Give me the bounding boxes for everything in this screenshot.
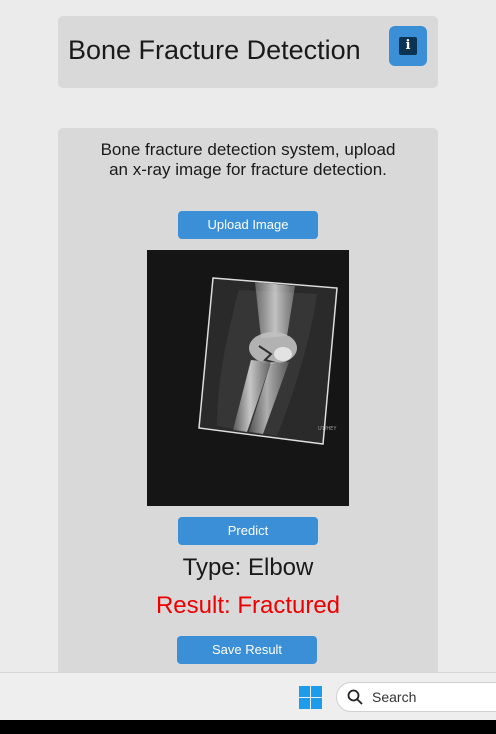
search-icon [347,689,363,705]
save-result-button[interactable]: Save Result [177,636,317,664]
screen-bottom-edge [0,720,496,734]
xray-image: UT/HEY [147,250,349,506]
windows-logo-icon[interactable] [299,686,322,709]
predict-button[interactable]: Predict [178,517,318,545]
xray-picture: UT/HEY [147,250,349,506]
header-panel: Bone Fracture Detection i [58,16,438,88]
fracture-type-label: Type: Elbow [182,554,314,581]
info-icon: i [399,37,417,55]
search-placeholder: Search [372,689,417,705]
app-window: Bone Fracture Detection i Bone fracture … [0,0,496,688]
windows-taskbar: Search [0,672,496,720]
main-panel: Bone fracture detection system, upload a… [58,128,438,688]
page-title: Bone Fracture Detection [68,35,361,65]
xray-watermark: UT/HEY [318,426,337,432]
upload-image-button[interactable]: Upload Image [178,211,318,239]
info-button[interactable]: i [389,26,427,66]
description-text: Bone fracture detection system, upload a… [100,140,396,179]
taskbar-search-box[interactable]: Search [336,682,496,712]
fracture-result-label: Result: Fractured [155,592,341,619]
